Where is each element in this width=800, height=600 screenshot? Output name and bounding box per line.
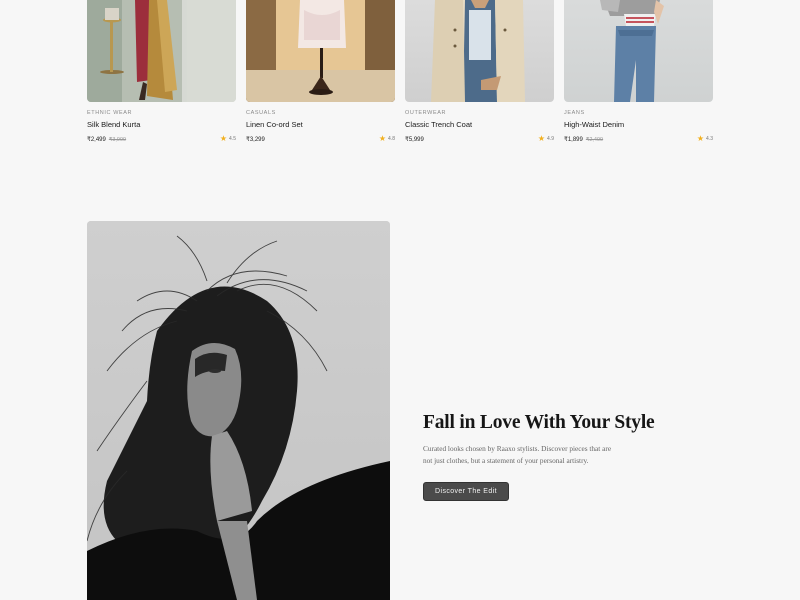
product-category: OUTERWEAR: [405, 110, 447, 116]
feature-title: Fall in Love With Your Style: [423, 412, 655, 433]
product-image-kurta[interactable]: [87, 0, 236, 102]
product-grid: ETHNIC WEAR Silk Blend Kurta ₹2,499 ₹3,99…: [87, 0, 714, 145]
product-card[interactable]: OUTERWEAR Classic Trench Coat ₹5,999 ★ 4…: [405, 0, 554, 143]
product-price: ₹1,899: [564, 136, 583, 143]
product-name[interactable]: Silk Blend Kurta: [87, 120, 236, 129]
product-name[interactable]: High-Waist Denim: [564, 120, 713, 129]
product-image-denim[interactable]: [564, 0, 713, 102]
star-icon: ★: [537, 134, 546, 143]
price-group: ₹5,999: [405, 136, 424, 143]
product-price: ₹3,299: [246, 136, 265, 143]
product-old-price: ₹2,499: [585, 136, 604, 143]
product-old-price: ₹3,999: [108, 136, 127, 143]
rating-value: 4.5: [229, 136, 236, 142]
feature-text: Fall in Love With Your Style Curated loo…: [423, 412, 683, 501]
price-group: ₹1,899 ₹2,499: [564, 136, 603, 143]
product-rating: ★ 4.5: [220, 135, 236, 143]
product-meta: ₹3,299 ★ 4.8: [246, 135, 395, 143]
rating-value: 4.9: [547, 136, 554, 142]
product-price: ₹2,499: [87, 136, 106, 143]
product-card[interactable]: CASUALS Linen Co-ord Set ₹3,299 ★ 4.8: [246, 0, 395, 143]
product-name[interactable]: Classic Trench Coat: [405, 120, 554, 129]
product-rating: ★ 4.8: [379, 135, 395, 143]
product-meta: ₹5,999 ★ 4.9: [405, 135, 554, 143]
product-meta: ₹1,899 ₹2,499 ★ 4.3: [564, 135, 713, 143]
product-card[interactable]: ETHNIC WEAR Silk Blend Kurta ₹2,499 ₹3,99…: [87, 0, 236, 143]
product-category: CASUALS: [246, 110, 276, 116]
product-meta: ₹2,499 ₹3,999 ★ 4.5: [87, 135, 236, 143]
product-rating: ★ 4.9: [538, 135, 554, 143]
feature-image: [87, 221, 390, 600]
discover-edit-button[interactable]: Discover The Edit: [423, 482, 509, 501]
rating-value: 4.3: [706, 136, 713, 142]
star-icon: ★: [696, 134, 705, 143]
price-group: ₹2,499 ₹3,999: [87, 136, 126, 143]
star-icon: ★: [378, 134, 387, 143]
product-image-trench-coat[interactable]: [405, 0, 554, 102]
star-icon: ★: [219, 134, 228, 143]
product-category: ETHNIC WEAR: [87, 110, 133, 116]
feature-description: Curated looks chosen by Raaxo stylists. …: [423, 444, 612, 465]
product-price: ₹5,999: [405, 136, 424, 143]
rating-value: 4.8: [388, 136, 395, 142]
product-category: JEANS: [564, 110, 585, 116]
product-name[interactable]: Linen Co-ord Set: [246, 120, 395, 129]
product-image-coord-set[interactable]: [246, 0, 395, 102]
product-card[interactable]: JEANS High-Waist Denim ₹1,899 ₹2,499 ★ 4.…: [564, 0, 713, 143]
price-group: ₹3,299: [246, 136, 265, 143]
product-rating: ★ 4.3: [697, 135, 713, 143]
